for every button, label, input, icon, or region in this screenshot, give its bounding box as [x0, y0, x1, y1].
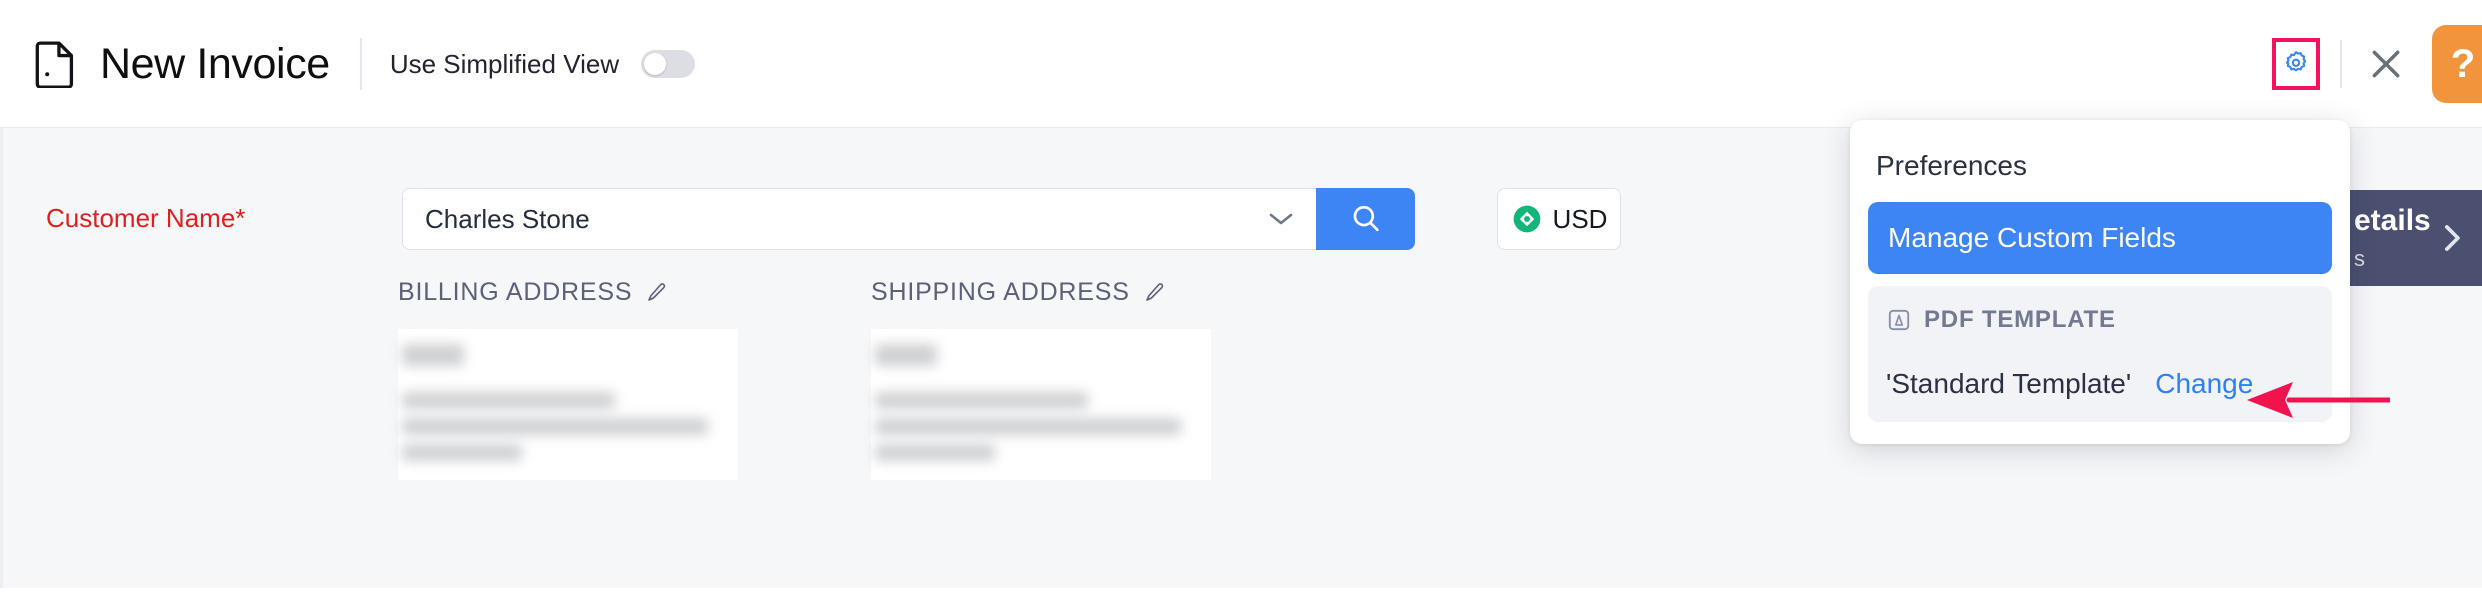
header-right-group: ? — [2272, 0, 2482, 128]
billing-address-column: BILLING ADDRESS — [398, 278, 738, 480]
shipping-address-column: SHIPPING ADDRESS — [871, 278, 1211, 480]
help-button-label: ? — [2450, 41, 2476, 86]
customer-name-input[interactable]: Charles Stone — [402, 188, 1316, 250]
chevron-down-icon[interactable] — [1268, 211, 1294, 227]
details-panel-title: etails — [2354, 204, 2431, 237]
pdf-template-value: 'Standard Template' — [1886, 368, 2132, 399]
pdf-template-section: PDF TEMPLATE 'Standard Template' Change — [1868, 286, 2332, 422]
customer-search-button[interactable] — [1316, 188, 1415, 250]
simplified-view-label: Use Simplified View — [389, 48, 620, 79]
currency-code: USD — [1552, 203, 1608, 234]
page-title: New Invoice — [100, 39, 330, 88]
shipping-address-block — [871, 329, 1211, 480]
preferences-dropdown: Preferences Manage Custom Fields PDF TEM… — [1850, 120, 2350, 444]
pdf-template-row: 'Standard Template' Change — [1886, 368, 2314, 400]
billing-address-line — [402, 392, 615, 409]
pencil-icon[interactable] — [644, 281, 668, 305]
settings-gear-button[interactable] — [2272, 38, 2320, 90]
customer-name-label: Customer Name* — [46, 203, 246, 233]
gear-icon — [2285, 51, 2307, 72]
billing-address-label: BILLING ADDRESS — [398, 278, 633, 306]
customer-name-field-group: Charles Stone — [402, 188, 1415, 250]
shipping-address-heading: SHIPPING ADDRESS — [871, 278, 1211, 307]
dropdown-header: Preferences — [1876, 150, 2027, 181]
page-header: New Invoice Use Simplified View ? — [0, 0, 2482, 128]
header-divider — [359, 38, 362, 90]
billing-address-line — [402, 444, 522, 461]
invoice-page: New Invoice Use Simplified View ? Custom… — [0, 0, 2482, 598]
menu-item-manage-custom-fields[interactable]: Manage Custom Fields — [1868, 202, 2332, 274]
pdf-file-icon — [1888, 309, 1910, 331]
chevron-right-icon — [2445, 225, 2460, 251]
header-right-divider — [2340, 40, 2342, 88]
shipping-address-line — [875, 392, 1088, 409]
pdf-template-heading: PDF TEMPLATE — [1886, 306, 2314, 334]
shipping-address-line — [875, 344, 937, 366]
details-side-panel[interactable]: etails s — [2336, 190, 2482, 286]
shipping-address-line — [875, 418, 1181, 435]
billing-address-line — [402, 344, 464, 366]
details-panel-subtitle: s — [2354, 246, 2365, 271]
simplified-view-toggle[interactable] — [641, 50, 696, 78]
document-icon — [35, 41, 74, 88]
toggle-knob — [644, 53, 667, 75]
change-template-link[interactable]: Change — [2155, 368, 2253, 400]
shipping-address-line — [875, 444, 995, 461]
customer-name-value: Charles Stone — [425, 203, 590, 234]
shipping-address-label: SHIPPING ADDRESS — [871, 278, 1130, 306]
search-icon — [1353, 205, 1379, 232]
close-icon — [2372, 50, 2400, 78]
billing-address-block — [398, 329, 738, 480]
currency-badge[interactable]: USD — [1497, 188, 1621, 250]
currency-coin-icon — [1513, 205, 1540, 233]
pencil-icon[interactable] — [1142, 281, 1166, 305]
close-button[interactable] — [2362, 40, 2410, 88]
pdf-template-label: PDF TEMPLATE — [1924, 306, 2116, 333]
help-button[interactable]: ? — [2432, 25, 2482, 103]
billing-address-line — [402, 418, 708, 435]
header-left-group: New Invoice Use Simplified View — [34, 0, 696, 128]
billing-address-heading: BILLING ADDRESS — [398, 278, 738, 307]
